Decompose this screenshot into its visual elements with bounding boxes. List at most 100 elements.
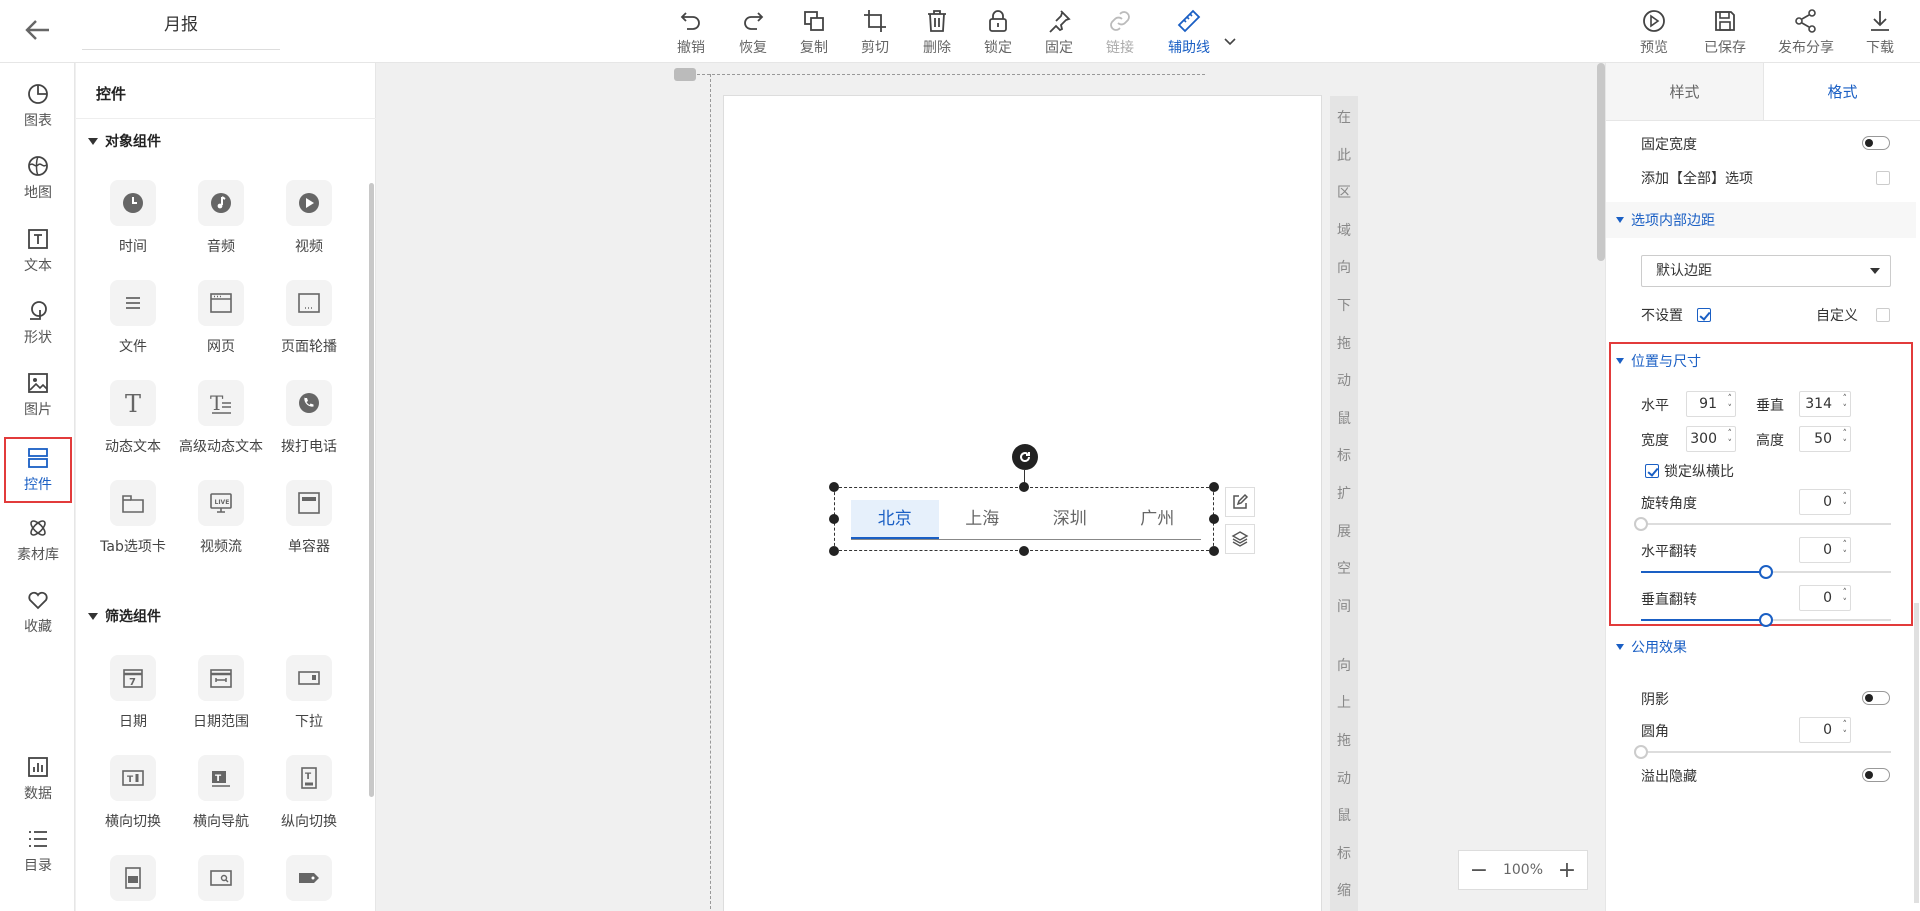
resize-handle-bottom-left[interactable] xyxy=(829,546,839,556)
nav-item-asset-library[interactable]: 素材库 xyxy=(4,507,72,573)
widget-webpage[interactable]: 网页 xyxy=(179,280,263,370)
guides-button[interactable]: 辅助线 xyxy=(1161,6,1217,58)
tab-style[interactable]: 样式 xyxy=(1606,63,1763,120)
guide-line-vertical[interactable] xyxy=(710,74,711,911)
height-input[interactable]: 50 xyxy=(1799,426,1851,452)
widget-tab[interactable]: Tab选项卡 xyxy=(91,480,175,570)
download-button[interactable]: 下载 xyxy=(1852,6,1908,58)
padding-select[interactable]: 默认边距 xyxy=(1641,255,1891,287)
no-setting-checkbox[interactable] xyxy=(1697,308,1711,322)
widget-horizontal-nav[interactable]: T 横向导航 xyxy=(179,755,263,845)
widget-file[interactable]: 文件 xyxy=(91,280,175,370)
delete-button[interactable]: 删除 xyxy=(909,6,965,58)
widget-carousel[interactable]: 页面轮播 xyxy=(267,280,351,370)
widget-vertical-switch[interactable]: T 纵向切换 xyxy=(267,755,351,845)
shadow-toggle[interactable] xyxy=(1862,691,1890,705)
zoom-out-button[interactable]: − xyxy=(1469,858,1489,883)
widget-search[interactable] xyxy=(179,855,263,911)
preview-button[interactable]: 预览 xyxy=(1626,6,1682,58)
horizontal-flip-input[interactable]: 0 xyxy=(1799,537,1851,563)
rotation-slider-knob[interactable] xyxy=(1634,517,1648,531)
resize-handle-left[interactable] xyxy=(829,514,839,524)
nav-item-text[interactable]: 文本 xyxy=(4,218,72,284)
edit-widget-button[interactable] xyxy=(1225,487,1255,517)
save-button[interactable]: 已保存 xyxy=(1697,6,1753,58)
widget-dropdown[interactable]: 下拉 xyxy=(267,655,351,745)
nav-item-catalog[interactable]: 目录 xyxy=(4,818,72,884)
custom-checkbox[interactable] xyxy=(1876,308,1890,322)
widget-tag[interactable] xyxy=(267,855,351,911)
lock-ratio-checkbox[interactable] xyxy=(1645,464,1659,478)
resize-handle-top[interactable] xyxy=(1019,482,1029,492)
tab-format[interactable]: 格式 xyxy=(1763,63,1920,120)
resize-handle-right[interactable] xyxy=(1209,514,1219,524)
cut-button[interactable]: 剪切 xyxy=(847,6,903,58)
pin-button[interactable]: 固定 xyxy=(1031,6,1087,58)
properties-scrollbar[interactable] xyxy=(1914,603,1919,903)
widget-video-stream[interactable]: LIVE 视频流 xyxy=(179,480,263,570)
back-button[interactable] xyxy=(18,12,58,48)
tab-shenzhen[interactable]: 深圳 xyxy=(1026,500,1114,539)
resize-handle-top-left[interactable] xyxy=(829,482,839,492)
vertical-flip-input[interactable]: 0 xyxy=(1799,585,1851,611)
nav-item-map[interactable]: 地图 xyxy=(4,145,72,211)
tab-shanghai[interactable]: 上海 xyxy=(939,500,1027,539)
horizontal-flip-slider[interactable] xyxy=(1641,565,1891,579)
nav-item-favorites[interactable]: 收藏 xyxy=(4,579,72,645)
guide-line-horizontal[interactable] xyxy=(697,74,1205,75)
chevron-down-icon[interactable] xyxy=(1222,34,1238,50)
section-position-size[interactable]: 位置与尺寸 xyxy=(1616,343,1896,379)
horizontal-input[interactable]: 91 xyxy=(1686,391,1736,417)
section-option-padding[interactable]: 选项内部边距 xyxy=(1616,202,1896,238)
expand-area-hint[interactable]: 在 此 区 域 向 下 拖 动 鼠 标 扩 展 空 间 向 上 拖 动 鼠 标 … xyxy=(1330,96,1358,911)
link-button[interactable]: 链接 xyxy=(1092,6,1148,58)
widget-advanced-dynamic-text[interactable]: T 高级动态文本 xyxy=(179,380,263,470)
resize-handle-top-right[interactable] xyxy=(1209,482,1219,492)
widget-dynamic-text[interactable]: T 动态文本 xyxy=(91,380,175,470)
widget-time[interactable]: 时间 xyxy=(91,180,175,270)
widget-horizontal-switch[interactable]: T 横向切换 xyxy=(91,755,175,845)
zoom-in-button[interactable]: + xyxy=(1557,858,1577,883)
rotation-slider[interactable] xyxy=(1634,517,1891,531)
resize-handle-bottom-right[interactable] xyxy=(1209,546,1219,556)
widget-video[interactable]: 视频 xyxy=(267,180,351,270)
tab-beijing[interactable]: 北京 xyxy=(851,500,939,539)
horizontal-flip-slider-knob[interactable] xyxy=(1759,565,1773,579)
canvas-scrollbar[interactable] xyxy=(1597,63,1605,261)
rotation-input[interactable]: 0 xyxy=(1799,489,1851,515)
rotate-handle[interactable] xyxy=(1012,444,1038,470)
corner-radius-slider[interactable] xyxy=(1634,745,1891,759)
copy-button[interactable]: 复制 xyxy=(786,6,842,58)
widget-date[interactable]: 7 日期 xyxy=(91,655,175,745)
fixed-width-toggle[interactable] xyxy=(1862,136,1890,150)
widget-panel-scrollbar[interactable] xyxy=(369,183,374,797)
redo-button[interactable]: 恢复 xyxy=(725,6,781,58)
vertical-input[interactable]: 314 xyxy=(1799,391,1851,417)
ruler-tag-icon[interactable] xyxy=(674,68,696,81)
nav-item-shape[interactable]: 形状 xyxy=(4,290,72,356)
width-input[interactable]: 300 xyxy=(1686,426,1736,452)
vertical-flip-slider-knob[interactable] xyxy=(1759,613,1773,627)
add-all-option-checkbox[interactable] xyxy=(1876,171,1890,185)
widget-audio[interactable]: 音频 xyxy=(179,180,263,270)
tab-guangzhou[interactable]: 广州 xyxy=(1114,500,1202,539)
undo-button[interactable]: 撤销 xyxy=(663,6,719,58)
layers-button[interactable] xyxy=(1225,524,1255,554)
widget-date-range[interactable]: 日期范围 xyxy=(179,655,263,745)
widget-phone-call[interactable]: 拨打电话 xyxy=(267,380,351,470)
report-name-field[interactable]: 月报 xyxy=(82,10,280,50)
widget-single-container[interactable]: 单容器 xyxy=(267,480,351,570)
nav-item-widget[interactable]: 控件 xyxy=(4,437,72,503)
widget-vertical-nav[interactable] xyxy=(91,855,175,911)
nav-item-chart[interactable]: 图表 xyxy=(4,73,72,139)
nav-item-data[interactable]: 数据 xyxy=(4,746,72,812)
lock-button[interactable]: 锁定 xyxy=(970,6,1026,58)
vertical-flip-slider[interactable] xyxy=(1641,613,1891,627)
overflow-hidden-toggle[interactable] xyxy=(1862,768,1890,782)
canvas-area[interactable]: 在 此 区 域 向 下 拖 动 鼠 标 扩 展 空 间 向 上 拖 动 鼠 标 … xyxy=(377,63,1605,911)
section-common-effects[interactable]: 公用效果 xyxy=(1616,629,1896,665)
nav-item-image[interactable]: 图片 xyxy=(4,362,72,428)
resize-handle-bottom[interactable] xyxy=(1019,546,1029,556)
corner-radius-input[interactable]: 0 xyxy=(1799,717,1851,743)
share-button[interactable]: 发布分享 xyxy=(1776,6,1836,58)
